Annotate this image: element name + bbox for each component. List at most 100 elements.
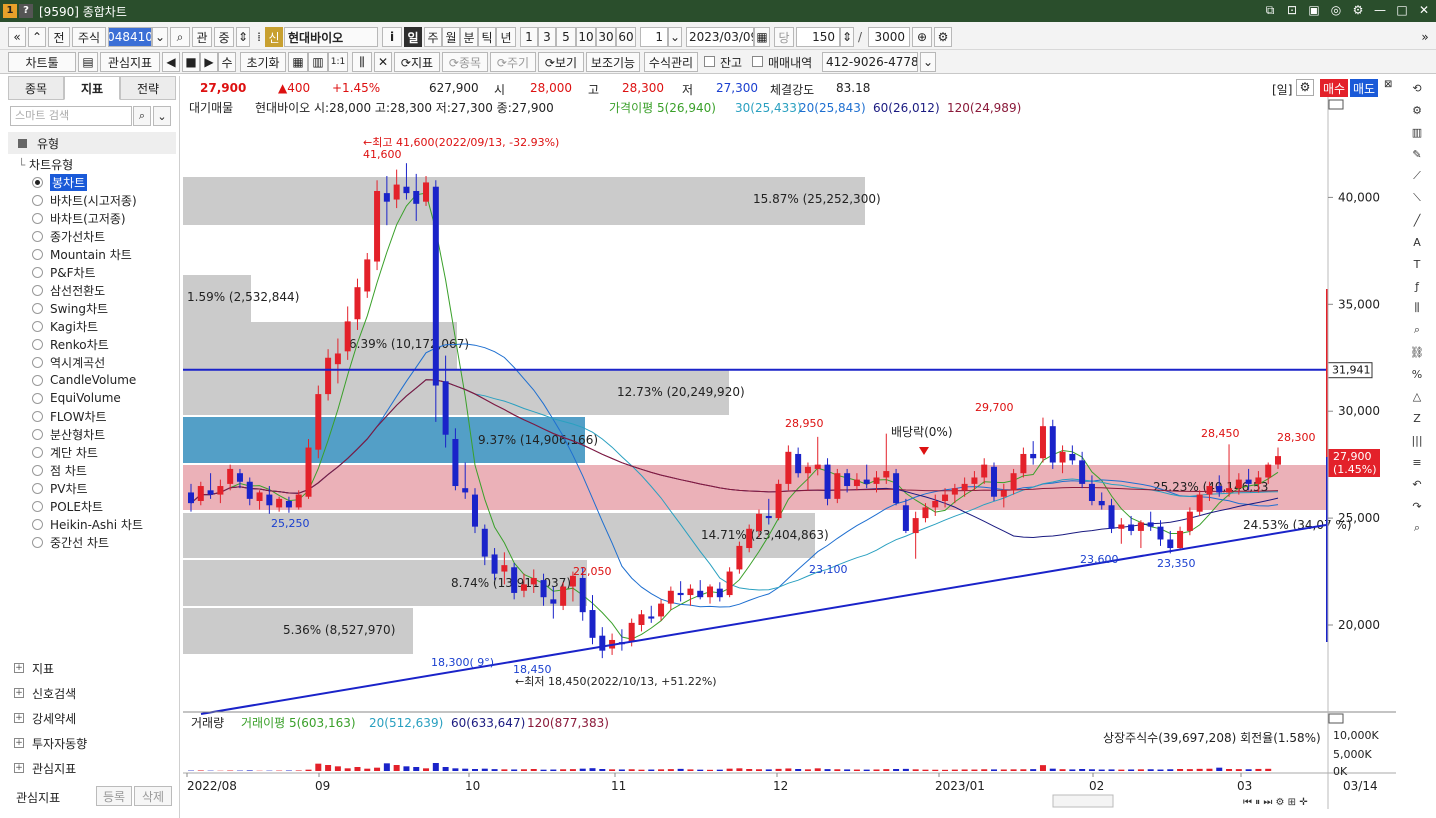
radio-icon[interactable] — [32, 248, 43, 260]
chart-type-option[interactable]: Mountain 차트 — [32, 245, 132, 263]
aux-function-button[interactable]: 보조기능 — [586, 52, 640, 72]
balance-checkbox[interactable] — [704, 56, 715, 67]
tab-strategy[interactable]: 전략 — [120, 76, 176, 100]
max-count-input[interactable]: 3000 — [868, 27, 910, 47]
candle-icon[interactable]: ⫼ — [1406, 298, 1428, 318]
stock-chart[interactable]: 15.87% (25,252,300) 1.59% (2,532,844) 6.39… — [183, 97, 1396, 809]
close-panel-icon[interactable]: ⊠ — [1384, 79, 1392, 90]
pin-icon[interactable]: ⊡ — [1284, 2, 1300, 18]
camera-icon[interactable]: ◎ — [1328, 2, 1344, 18]
chart-type-option[interactable]: FLOW차트 — [32, 407, 107, 425]
text-icon[interactable]: T — [1406, 254, 1428, 274]
bar-icon[interactable]: ▥ — [1406, 122, 1428, 142]
arrow-icon[interactable]: ⟲ — [1406, 78, 1428, 98]
radio-icon[interactable] — [32, 230, 43, 242]
chart-type-option[interactable]: 바차트(시고저종) — [32, 191, 137, 209]
gear-icon[interactable]: ⚙ — [1406, 100, 1428, 120]
link-icon[interactable]: ⧉ — [1262, 2, 1278, 18]
cycle-refresh-button[interactable]: ⟳주기 — [490, 52, 536, 72]
middle-button[interactable]: 중 — [214, 27, 234, 47]
undo-icon[interactable]: ↶ — [1406, 474, 1428, 494]
watch-indicator-button[interactable]: 관심지표 — [100, 52, 160, 72]
radio-icon[interactable] — [32, 194, 43, 206]
cross-icon[interactable]: ✕ — [374, 52, 392, 72]
chart-tool-button[interactable]: 차트툴 — [8, 52, 76, 72]
minimize-icon[interactable]: — — [1372, 2, 1388, 18]
radio-icon[interactable] — [32, 320, 43, 332]
interval-input[interactable]: 1 — [640, 27, 668, 47]
line2-icon[interactable]: ⟋ — [1406, 166, 1428, 186]
stop-icon[interactable]: ■ — [182, 52, 200, 72]
radio-icon[interactable] — [32, 482, 43, 494]
su-button[interactable]: 수 — [218, 52, 236, 72]
section-investor[interactable]: + 투자자동향 — [14, 733, 87, 753]
chart-type-option[interactable]: P&F차트 — [32, 263, 96, 281]
indicator-refresh-button[interactable]: ⟳지표 — [394, 52, 440, 72]
first-icon[interactable]: « — [8, 27, 26, 47]
chart-type-option[interactable]: 계단 차트 — [32, 443, 98, 461]
info-button[interactable]: i — [382, 27, 402, 47]
stock-name-field[interactable]: 현대바이오 — [284, 27, 378, 47]
one-one-button[interactable]: 1:1 — [328, 52, 348, 72]
settings-icon[interactable]: ⚙ — [1350, 2, 1366, 18]
trade-history-checkbox[interactable] — [752, 56, 763, 67]
chart-type-option[interactable]: Swing차트 — [32, 299, 108, 317]
delete-button[interactable]: 삭제 — [134, 786, 172, 806]
expand-icon[interactable]: » — [1418, 27, 1432, 47]
chart-type-option[interactable]: POLE차트 — [32, 497, 103, 515]
search-icon[interactable]: ⌕ — [1406, 518, 1428, 538]
line-icon[interactable]: ✎ — [1406, 144, 1428, 164]
search-icon[interactable]: ⌕ — [133, 106, 151, 126]
period-tick-button[interactable]: 틱 — [478, 27, 496, 47]
radio-icon[interactable] — [32, 446, 43, 458]
diag-icon[interactable]: ╱ — [1406, 210, 1428, 230]
current-button[interactable]: 당 — [774, 27, 794, 47]
up-icon[interactable]: ⌃ — [28, 27, 46, 47]
radio-icon[interactable] — [32, 518, 43, 530]
search-icon[interactable]: ⌕ — [170, 27, 190, 47]
radio-icon[interactable] — [32, 410, 43, 422]
reset-button[interactable]: 초기화 — [240, 52, 286, 72]
formula-manage-button[interactable]: 수식관리 — [644, 52, 698, 72]
config-icon[interactable]: ⚙ — [934, 27, 952, 47]
category-header[interactable]: 유형 — [8, 132, 176, 154]
radio-icon[interactable] — [32, 428, 43, 440]
sell-button[interactable]: 매도 — [1350, 79, 1379, 98]
chart-type-option[interactable]: 봉차트 — [32, 173, 88, 191]
grid2-icon[interactable]: ≡ — [1406, 452, 1428, 472]
radio-icon[interactable] — [32, 374, 43, 386]
zoom-plus-icon[interactable]: ⊕ — [912, 27, 932, 47]
grid-icon[interactable]: ||| — [1406, 430, 1428, 450]
period-year-button[interactable]: 년 — [496, 27, 516, 47]
radio-icon[interactable] — [32, 536, 43, 548]
table-icon[interactable]: ▦ — [288, 52, 308, 72]
chart-type-option[interactable]: 역시계곡선 — [32, 353, 105, 371]
chart-type-option[interactable]: 종가선차트 — [32, 227, 105, 245]
chart-type-option[interactable]: 점 차트 — [32, 461, 87, 479]
register-button[interactable]: 등록 — [96, 786, 132, 806]
smart-search-input[interactable]: 스마트 검색 — [10, 106, 132, 126]
maximize-icon[interactable]: □ — [1394, 2, 1410, 18]
account-dropdown-icon[interactable]: ⌄ — [920, 52, 936, 72]
period-month-button[interactable]: 월 — [442, 27, 460, 47]
chain-icon[interactable]: ⛓ — [1406, 342, 1428, 362]
view-refresh-button[interactable]: ⟳보기 — [538, 52, 584, 72]
interval-60-button[interactable]: 60 — [616, 27, 636, 47]
chart-type-option[interactable]: EquiVolume — [32, 389, 121, 407]
market-button[interactable]: 전 — [48, 27, 70, 47]
auto-icon[interactable]: A — [1406, 232, 1428, 252]
radio-icon[interactable] — [32, 356, 43, 368]
tree-parent[interactable]: └ 차트유형 — [18, 156, 73, 173]
line3-icon[interactable]: ⟍ — [1406, 188, 1428, 208]
radio-icon[interactable] — [32, 212, 43, 224]
settings-icon[interactable]: ⚙ — [1296, 79, 1314, 96]
chart-type-option[interactable]: PV차트 — [32, 479, 88, 497]
interval-dropdown-icon[interactable]: ⌄ — [668, 27, 682, 47]
period-day-button[interactable]: 일 — [404, 27, 422, 47]
grid-icon[interactable]: ▥ — [308, 52, 328, 72]
interval-1-button[interactable]: 1 — [520, 27, 538, 47]
calendar-icon[interactable]: ▦ — [754, 27, 770, 47]
candle-tool-icon[interactable]: ⫼ — [352, 52, 372, 72]
save-chart-icon[interactable]: ▤ — [78, 52, 98, 72]
radio-icon[interactable] — [32, 302, 43, 314]
